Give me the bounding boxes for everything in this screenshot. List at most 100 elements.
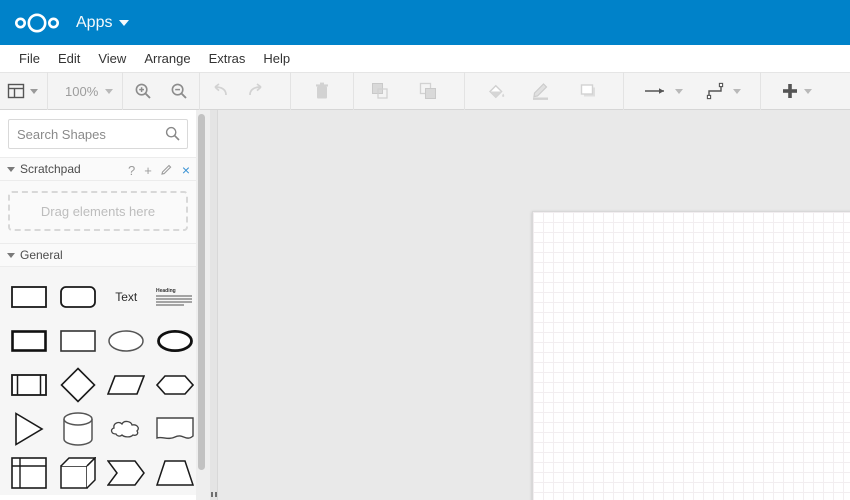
fill-color-button[interactable] <box>481 76 511 106</box>
toolbar-divider <box>122 72 124 110</box>
toolbar-group-zoom: 100% <box>50 72 120 110</box>
zoom-out-button[interactable] <box>164 76 194 106</box>
scratchpad-dropzone-label: Drag elements here <box>40 203 156 219</box>
shape-rectangle-bold[interactable] <box>8 319 51 363</box>
shape-textbox[interactable]: Heading <box>154 275 197 319</box>
menu-item-view[interactable]: View <box>89 47 135 70</box>
toolbar-group-connectors <box>626 72 748 110</box>
diagram-canvas[interactable] <box>218 110 850 500</box>
toolbar-group-delete <box>293 72 351 110</box>
shape-step[interactable] <box>105 451 148 495</box>
toolbar-group-insert <box>763 72 819 110</box>
shape-cylinder[interactable] <box>57 407 100 451</box>
scratchpad-header[interactable]: Scratchpad ? + × <box>0 157 196 181</box>
shape-internal-storage[interactable] <box>8 451 51 495</box>
send-to-back-button[interactable] <box>413 76 443 106</box>
line-color-button[interactable] <box>527 76 557 106</box>
toolbar-group-order <box>356 72 452 110</box>
toolbar-divider <box>464 72 466 110</box>
toolbar-divider <box>47 72 48 110</box>
line-style-button[interactable] <box>640 76 687 106</box>
sidebar-scrollbar-track[interactable] <box>196 110 210 500</box>
shape-ellipse-bold[interactable] <box>154 319 197 363</box>
menu-item-help[interactable]: Help <box>254 47 299 70</box>
toolbar-divider <box>353 72 355 110</box>
toolbar-group-zoom-buttons <box>125 72 197 110</box>
search-icon <box>165 126 180 146</box>
general-shapes-grid: Text Heading <box>0 267 196 495</box>
shape-diamond[interactable] <box>57 363 100 407</box>
shape-text-label: Text <box>115 290 138 304</box>
shape-row <box>0 319 196 363</box>
general-section-header[interactable]: General <box>0 243 196 267</box>
search-input[interactable] <box>9 120 187 148</box>
shape-row <box>0 363 196 407</box>
app-window: Apps File Edit View Arrange Extras Help <box>0 0 850 500</box>
shape-parallelogram[interactable] <box>105 363 148 407</box>
delete-button[interactable] <box>307 76 337 106</box>
bring-to-front-button[interactable] <box>365 76 395 106</box>
scratchpad-help-button[interactable]: ? <box>128 164 135 177</box>
scratchpad-title: Scratchpad <box>20 162 81 176</box>
splitter-grip-icon <box>211 492 217 497</box>
chevron-down-icon <box>733 88 742 94</box>
panel-splitter[interactable] <box>210 110 218 500</box>
shapes-sidebar: Scratchpad ? + × Drag elements here Gene… <box>0 110 196 500</box>
menu-item-edit[interactable]: Edit <box>49 47 89 70</box>
chevron-down-icon <box>675 88 684 94</box>
shape-ellipse[interactable] <box>105 319 148 363</box>
toolbar: 100% <box>0 72 850 110</box>
shape-process[interactable] <box>8 363 51 407</box>
zoom-level-button[interactable]: 100% <box>53 76 117 106</box>
menubar: File Edit View Arrange Extras Help <box>0 45 850 72</box>
zoom-level-label: 100% <box>65 83 99 99</box>
scratchpad-dropzone[interactable]: Drag elements here <box>8 191 188 231</box>
view-layout-button[interactable] <box>3 76 42 106</box>
search-box[interactable] <box>8 119 188 149</box>
toolbar-group-view <box>0 72 45 110</box>
shape-rectangle[interactable] <box>8 275 51 319</box>
nextcloud-header: Apps <box>0 0 850 45</box>
redo-button[interactable] <box>241 76 271 106</box>
chevron-down-icon <box>119 19 130 26</box>
waypoints-button[interactable] <box>702 76 745 106</box>
svg-text:Heading: Heading <box>156 288 176 294</box>
shape-triangle[interactable] <box>8 407 51 451</box>
shape-text[interactable]: Text <box>105 275 148 319</box>
scratchpad-body: Drag elements here <box>0 181 196 243</box>
chevron-down-icon <box>105 88 114 94</box>
toolbar-divider <box>199 72 201 110</box>
pencil-icon[interactable] <box>161 163 173 177</box>
shape-hexagon[interactable] <box>154 363 197 407</box>
sidebar-scrollbar-thumb[interactable] <box>198 114 205 470</box>
shape-document[interactable] <box>154 407 197 451</box>
apps-menu-button[interactable]: Apps <box>76 13 130 32</box>
zoom-in-button[interactable] <box>128 76 158 106</box>
toolbar-divider <box>760 72 762 110</box>
diagram-page[interactable] <box>532 211 850 500</box>
shape-rectangle-plain[interactable] <box>57 319 100 363</box>
shape-cloud[interactable] <box>105 407 148 451</box>
menu-item-extras[interactable]: Extras <box>200 47 255 70</box>
shape-rounded-rectangle[interactable] <box>57 275 100 319</box>
scratchpad-close-button[interactable]: × <box>182 163 190 177</box>
shadow-button[interactable] <box>573 76 603 106</box>
shape-trapezoid[interactable] <box>154 451 197 495</box>
shape-row: Text Heading <box>0 275 196 319</box>
shape-cube[interactable] <box>57 451 100 495</box>
scratchpad-actions: ? + × <box>128 158 190 182</box>
scratchpad-add-button[interactable]: + <box>144 164 152 177</box>
apps-menu-label: Apps <box>76 13 113 31</box>
triangle-down-icon <box>7 166 15 172</box>
general-section-title: General <box>20 248 63 262</box>
menu-item-file[interactable]: File <box>10 47 49 70</box>
nextcloud-logo-icon[interactable] <box>12 12 62 34</box>
insert-button[interactable] <box>777 76 816 106</box>
triangle-down-icon <box>7 252 15 258</box>
undo-button[interactable] <box>205 76 235 106</box>
search-shapes-container <box>0 110 196 157</box>
toolbar-group-style <box>467 72 611 110</box>
toolbar-divider <box>623 72 625 110</box>
menu-item-arrange[interactable]: Arrange <box>135 47 199 70</box>
toolbar-divider <box>290 72 292 110</box>
